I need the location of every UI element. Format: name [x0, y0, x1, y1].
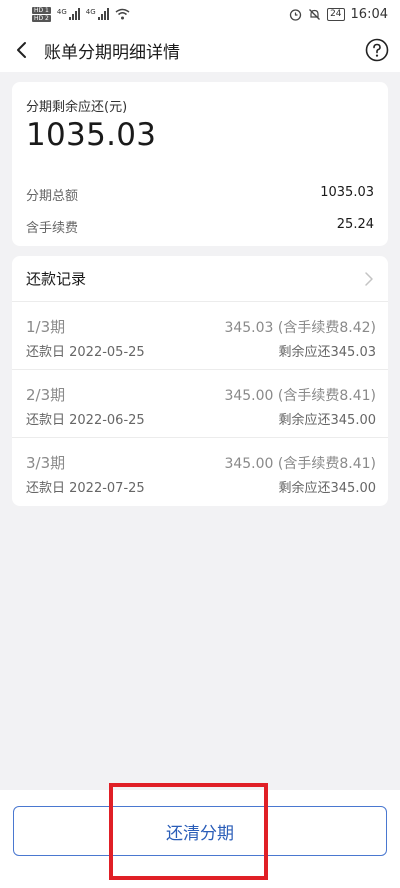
repayment-records-header[interactable]: 还款记录 [12, 256, 388, 302]
clock-time: 16:04 [350, 6, 388, 22]
record-amount: 345.00 (含手续费8.41) [224, 388, 376, 404]
fee-value: 25.24 [336, 217, 374, 232]
total-amount-row: 分期总额 1035.03 [26, 185, 374, 204]
record-date: 还款日 2022-05-25 [26, 345, 145, 360]
back-button[interactable] [0, 28, 44, 72]
signal-icon: 4G [57, 8, 80, 20]
bottom-action-bar: 还清分期 [0, 790, 400, 888]
record-row: 3/3期 345.00 (含手续费8.41) 还款日 2022-07-25 剩余… [12, 438, 388, 506]
record-period: 1/3期 [26, 318, 66, 336]
hd2-badge: HD 2 [32, 14, 51, 22]
remaining-due-value: 1035.03 [26, 117, 157, 153]
wifi-icon [115, 8, 130, 20]
repayment-records-card: 还款记录 1/3期 345.03 (含手续费8.42) 还款日 2022-05-… [12, 256, 388, 506]
record-amount: 345.03 (含手续费8.42) [224, 320, 376, 336]
record-row: 1/3期 345.03 (含手续费8.42) 还款日 2022-05-25 剩余… [12, 302, 388, 370]
question-icon [365, 38, 389, 62]
network-type-label: 4G [56, 8, 67, 16]
status-bar-left: HD 1 HD 2 4G 4G [32, 6, 130, 22]
total-amount-label: 分期总额 [26, 189, 79, 204]
fee-label: 含手续费 [26, 221, 79, 236]
help-button[interactable] [364, 37, 390, 63]
record-remaining: 剩余应还345.00 [278, 413, 377, 428]
record-remaining: 剩余应还345.00 [278, 481, 377, 496]
status-bar-right: 24 16:04 [289, 7, 388, 22]
mute-bell-icon [309, 8, 321, 20]
chevron-left-icon [17, 42, 26, 58]
hd1-badge: HD 1 [32, 6, 51, 14]
record-remaining: 剩余应还345.03 [278, 345, 377, 360]
chevron-right-icon [365, 271, 373, 286]
pay-off-installment-button[interactable]: 还清分期 [13, 806, 387, 856]
hd-indicators: HD 1 HD 2 [32, 6, 51, 22]
remaining-due-label: 分期剩余应还(元) [26, 100, 128, 115]
alarm-icon [289, 8, 302, 21]
network-type-label-2: 4G [85, 8, 96, 16]
signal-icon-2: 4G [86, 8, 109, 20]
fee-row: 含手续费 25.24 [26, 217, 374, 236]
record-date: 还款日 2022-06-25 [26, 413, 145, 428]
record-period: 3/3期 [26, 454, 66, 472]
status-bar: HD 1 HD 2 4G 4G 24 16:04 [0, 0, 400, 28]
page-title: 账单分期明细详情 [44, 42, 180, 63]
battery-icon: 24 [327, 7, 345, 21]
installment-summary-card: 分期剩余应还(元) 1035.03 分期总额 1035.03 含手续费 25.2… [12, 82, 388, 246]
record-date: 还款日 2022-07-25 [26, 481, 145, 496]
repayment-records-title: 还款记录 [26, 270, 87, 288]
record-period: 2/3期 [26, 386, 66, 404]
record-amount: 345.00 (含手续费8.41) [224, 456, 376, 472]
nav-header: 账单分期明细详情 [0, 28, 400, 72]
record-row: 2/3期 345.00 (含手续费8.41) 还款日 2022-06-25 剩余… [12, 370, 388, 438]
total-amount-value: 1035.03 [320, 185, 374, 200]
